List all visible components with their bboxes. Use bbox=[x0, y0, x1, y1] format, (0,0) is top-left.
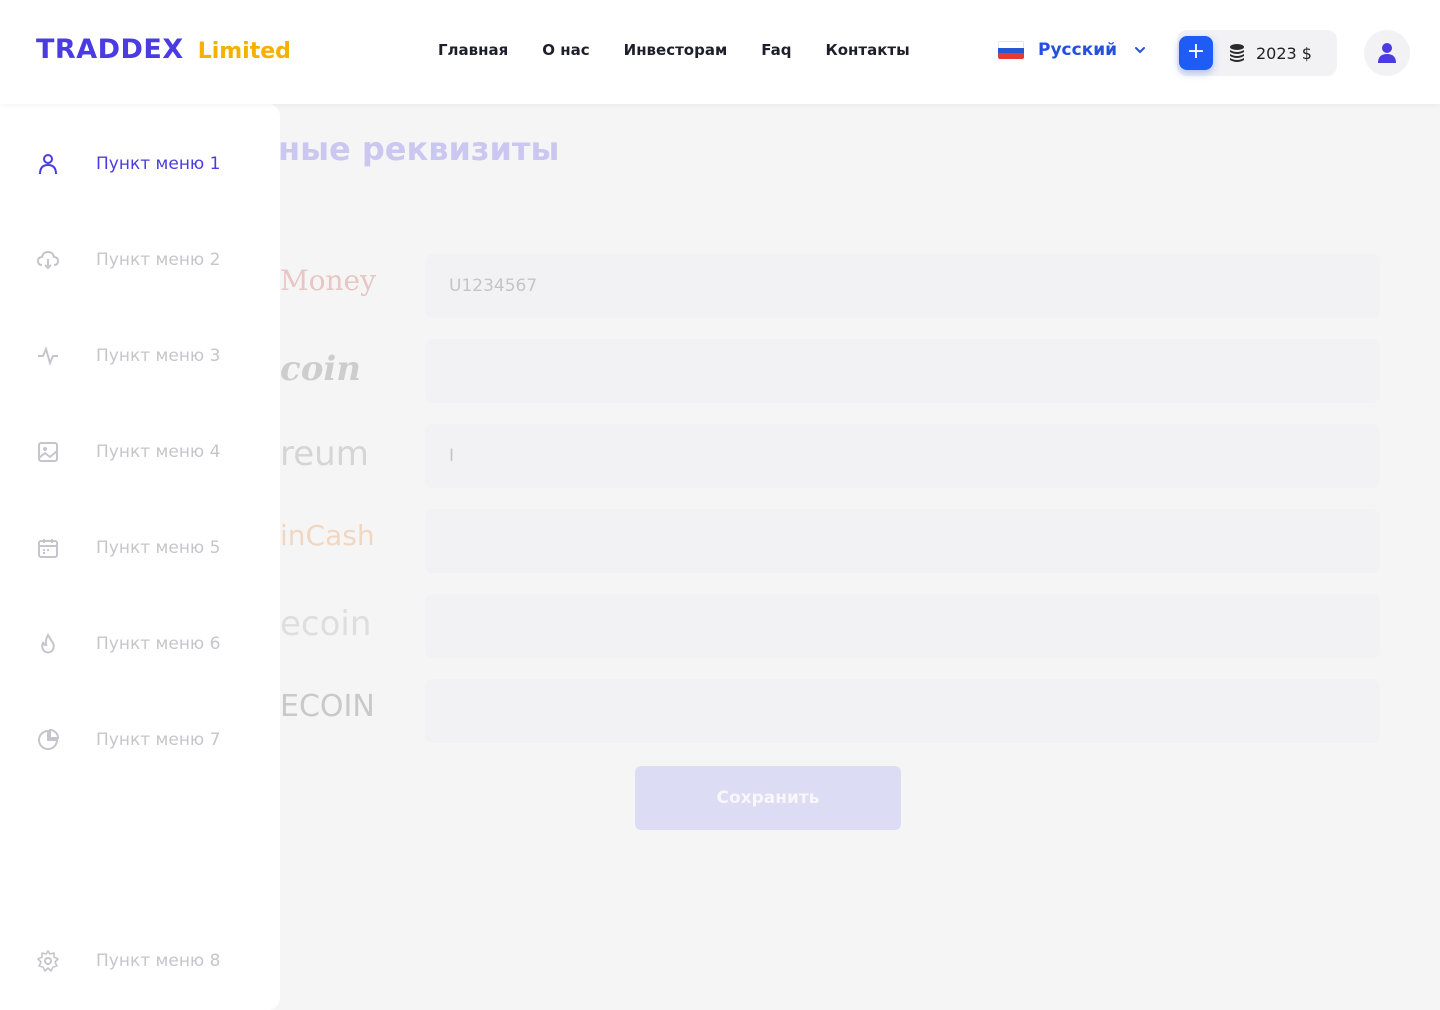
balance-amount: 2023 $ bbox=[1256, 43, 1312, 63]
wallet-row: inCash bbox=[250, 509, 1380, 573]
wallet-logo: coin bbox=[280, 349, 362, 389]
balance-widget: + 2023 $ bbox=[1177, 30, 1337, 76]
gear-icon bbox=[37, 950, 59, 972]
sidebar-item-label: Пункт меню 7 bbox=[96, 730, 221, 750]
flame-icon bbox=[41, 633, 55, 654]
wallet-logo: inCash bbox=[280, 519, 375, 552]
pie-chart-icon bbox=[38, 728, 60, 750]
sidebar-item-label: Пункт меню 4 bbox=[96, 442, 221, 462]
wallet-row: ECOIN bbox=[250, 679, 1380, 743]
wallet-input[interactable] bbox=[425, 509, 1380, 573]
wallet-row: coin bbox=[250, 339, 1380, 403]
wallet-logo: Money bbox=[280, 264, 376, 297]
wallet-logo: ECOIN bbox=[280, 689, 375, 724]
wallet-row: ecoin bbox=[250, 594, 1380, 658]
wallet-input[interactable] bbox=[425, 594, 1380, 658]
sidebar-item-label: Пункт меню 6 bbox=[96, 634, 221, 654]
sidebar-item-label: Пункт меню 2 bbox=[96, 250, 221, 270]
language-label: Русский bbox=[1038, 40, 1118, 60]
activity-icon bbox=[38, 346, 58, 366]
top-header: TRADDEX Limited Главная О нас Инвесторам… bbox=[0, 0, 1440, 104]
user-icon bbox=[39, 154, 57, 175]
calendar-icon bbox=[38, 539, 58, 558]
wallet-row: Money bbox=[250, 254, 1380, 318]
chevron-down-icon bbox=[1135, 47, 1146, 54]
wallet-input[interactable] bbox=[425, 679, 1380, 743]
logo-main-text: TRADDEX bbox=[36, 34, 184, 65]
nav-link-about[interactable]: О нас bbox=[542, 41, 589, 59]
wallet-input[interactable] bbox=[425, 339, 1380, 403]
wallet-logo: ecoin bbox=[280, 604, 372, 644]
add-funds-button[interactable]: + bbox=[1179, 36, 1213, 70]
user-avatar-icon bbox=[1378, 43, 1396, 63]
sidebar-item-label: Пункт меню 3 bbox=[96, 346, 221, 366]
sidebar-item-5[interactable]: Пункт меню 5 bbox=[36, 536, 220, 560]
nav-link-home[interactable]: Главная bbox=[438, 41, 508, 59]
sidebar-item-8[interactable]: Пункт меню 8 bbox=[36, 949, 220, 973]
sidebar-item-3[interactable]: Пункт меню 3 bbox=[36, 344, 220, 368]
nav-link-contacts[interactable]: Контакты bbox=[825, 41, 909, 59]
sidebar-item-7[interactable]: Пункт меню 7 bbox=[36, 728, 220, 752]
sidebar-item-2[interactable]: Пункт меню 2 bbox=[36, 248, 220, 272]
page-title: ные реквизиты bbox=[278, 130, 560, 168]
profile-avatar-button[interactable] bbox=[1364, 30, 1410, 76]
wallet-input[interactable] bbox=[425, 254, 1380, 318]
main-nav: Главная О нас Инвесторам Faq Контакты bbox=[438, 41, 910, 59]
language-selector[interactable]: Русский bbox=[998, 40, 1146, 60]
sidebar-menu: Пункт меню 1 Пункт меню 2 Пункт меню 3 П… bbox=[0, 104, 280, 1010]
sidebar-item-1[interactable]: Пункт меню 1 bbox=[36, 152, 220, 176]
sidebar-item-4[interactable]: Пункт меню 4 bbox=[36, 440, 220, 464]
russia-flag-icon bbox=[998, 41, 1024, 59]
sidebar-item-6[interactable]: Пункт меню 6 bbox=[36, 632, 220, 656]
brand-logo[interactable]: TRADDEX Limited bbox=[36, 34, 291, 65]
nav-link-faq[interactable]: Faq bbox=[761, 41, 791, 59]
wallet-logo: reum bbox=[280, 434, 369, 474]
image-icon bbox=[38, 442, 58, 462]
nav-link-investors[interactable]: Инвесторам bbox=[624, 41, 728, 59]
wallet-row: reum bbox=[250, 424, 1380, 488]
cloud-download-icon bbox=[36, 250, 60, 270]
sidebar-item-label: Пункт меню 8 bbox=[96, 951, 221, 971]
sidebar-item-label: Пункт меню 5 bbox=[96, 538, 221, 558]
coins-icon bbox=[1230, 44, 1244, 62]
logo-sub-text: Limited bbox=[197, 39, 291, 64]
sidebar-item-label: Пункт меню 1 bbox=[96, 154, 221, 174]
save-button[interactable]: Сохранить bbox=[635, 766, 901, 830]
wallet-input[interactable] bbox=[425, 424, 1380, 488]
requisites-panel: ные реквизиты Money coin reum inCash eco… bbox=[250, 130, 1410, 994]
